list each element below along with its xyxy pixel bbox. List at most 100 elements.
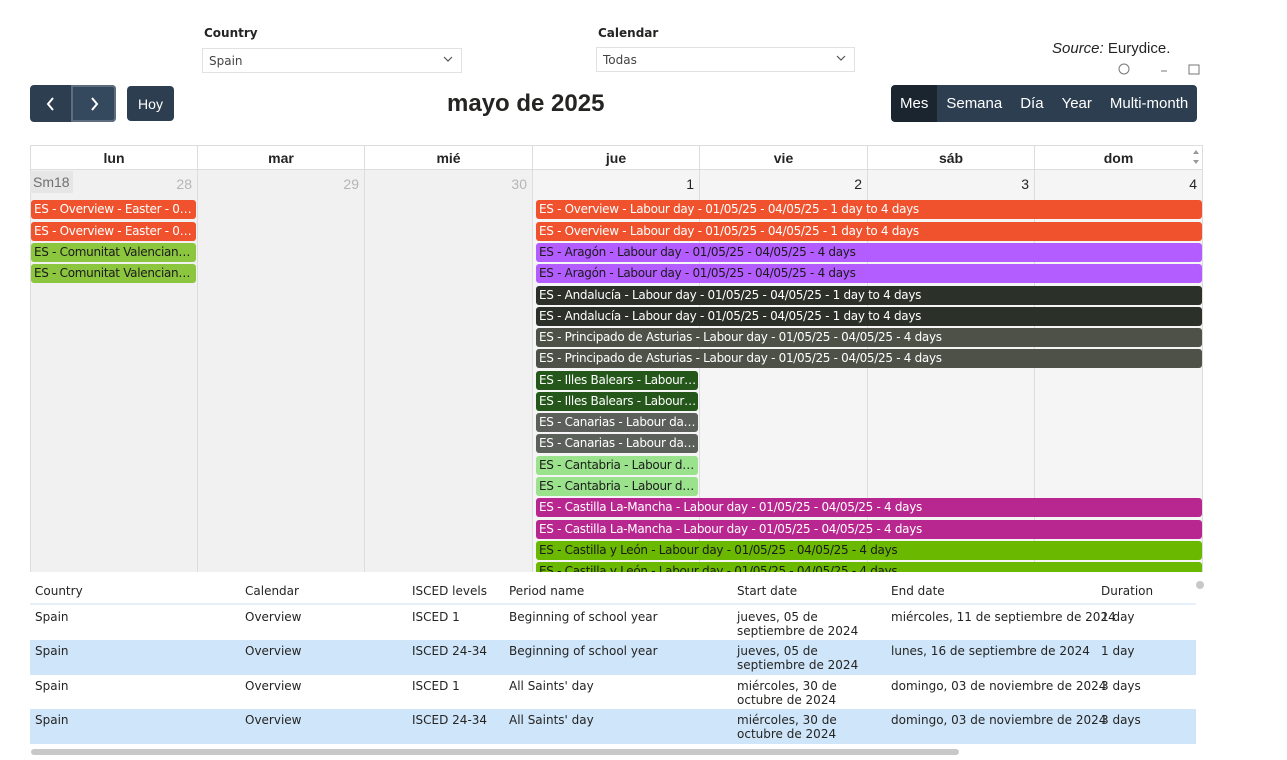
view-week-button[interactable]: Semana (937, 85, 1012, 122)
column-header[interactable]: Start date (737, 584, 797, 598)
day-number[interactable]: 29 (343, 176, 359, 192)
table-header: Country Calendar ISCED levels Period nam… (30, 579, 1196, 605)
weekday-header-wed: mié (365, 146, 533, 170)
calendar-event[interactable]: ES - Andalucía - Labour day - 01/05/25 -… (536, 307, 1202, 326)
table-cell: Beginning of school year (509, 610, 658, 624)
calendar-event[interactable]: ES - Andalucía - Labour day - 01/05/25 -… (536, 286, 1202, 305)
day-number[interactable]: 28 (176, 176, 192, 192)
next-month-button[interactable] (71, 85, 116, 122)
table-row[interactable]: Spain Overview ISCED 24-34 Beginning of … (30, 640, 1196, 675)
filter-icon[interactable] (1118, 63, 1130, 75)
calendar-event[interactable]: ES - Castilla La-Mancha - Labour day - 0… (536, 520, 1202, 539)
calendar-event[interactable]: ES - Aragón - Labour day - 01/05/25 - 04… (536, 243, 1202, 262)
day-number[interactable]: 3 (1021, 176, 1029, 192)
table-horizontal-scrollbar[interactable] (31, 749, 959, 755)
table-cell: ISCED 24-34 (412, 644, 488, 658)
table-cell: miércoles, 30 de octubre de 2024 (737, 713, 837, 741)
table-cell: jueves, 05 de septiembre de 2024 (737, 644, 859, 672)
table-cell: miércoles, 11 de septiembre de 2024 (891, 610, 1116, 624)
view-day-button[interactable]: Día (1011, 85, 1053, 122)
calendar-event[interactable]: ES - Canarias - Labour day - 01/05/25 (536, 413, 698, 432)
weekday-header-fri: vie (700, 146, 868, 170)
country-dropdown[interactable]: Spain (202, 48, 462, 73)
calendar-title: mayo de 2025 (447, 90, 605, 117)
column-header[interactable]: Country (35, 584, 83, 598)
table-cell: Overview (245, 679, 302, 693)
week-number[interactable]: Sm18 (30, 171, 73, 193)
weekday-header-sat: sáb (868, 146, 1035, 170)
calendar-event[interactable]: ES - Overview - Easter - 07/04/25 - 21/0… (31, 200, 196, 219)
table-cell: 3 days (1101, 679, 1141, 693)
table-cell: 1 day (1101, 644, 1135, 658)
column-header[interactable]: Period name (509, 584, 584, 598)
day-cell[interactable]: 30 (365, 170, 533, 572)
country-dropdown-value: Spain (209, 54, 243, 68)
calendar-event[interactable]: ES - Comunitat Valenciana - Easter - 17/… (31, 243, 196, 262)
weekday-header-sun: dom (1035, 146, 1203, 170)
chevron-left-icon (46, 96, 54, 111)
visual-header-icons (1118, 63, 1200, 75)
day-number[interactable]: 30 (511, 176, 527, 192)
table-cell: domingo, 03 de noviembre de 2024 (891, 713, 1107, 727)
day-number[interactable]: 2 (854, 176, 862, 192)
table-cell: Spain (35, 713, 69, 727)
table-row[interactable]: Spain Overview ISCED 1 Beginning of scho… (30, 606, 1196, 640)
scroll-up-icon[interactable] (1193, 150, 1199, 154)
table-vertical-scrollbar[interactable] (1196, 581, 1204, 589)
calendar-event[interactable]: ES - Castilla y León - Labour day - 01/0… (536, 541, 1202, 560)
calendar-event[interactable]: ES - Overview - Labour day - 01/05/25 - … (536, 200, 1202, 219)
column-header[interactable]: ISCED levels (412, 584, 487, 598)
source-name: Eurydice. (1107, 40, 1171, 57)
chevron-down-icon (443, 56, 453, 62)
month-calendar: lun mar mié jue vie sáb dom 28 29 30 1 2… (30, 145, 1203, 572)
weekday-header-thu: jue (533, 146, 700, 170)
calendar-event[interactable]: ES - Principado de Asturias - Labour day… (536, 349, 1202, 368)
column-header[interactable]: Duration (1101, 584, 1153, 598)
view-multimonth-button[interactable]: Multi-month (1100, 85, 1198, 122)
calendar-dropdown[interactable]: Todas (596, 47, 855, 72)
table-cell: jueves, 05 de septiembre de 2024 (737, 610, 859, 638)
table-row[interactable]: Spain Overview ISCED 1 All Saints' day m… (30, 675, 1196, 709)
country-filter-label: Country (204, 26, 258, 40)
calendar-scrollbar[interactable] (1190, 147, 1202, 167)
calendar-event[interactable]: ES - Comunitat Valenciana - Easter - 17/… (31, 264, 196, 283)
day-number[interactable]: 4 (1189, 176, 1197, 192)
table-cell: Spain (35, 679, 69, 693)
chevron-right-icon (90, 96, 98, 111)
source-note: Source: Eurydice. (1052, 40, 1170, 57)
view-switcher: Mes Semana Día Year Multi-month (891, 85, 1198, 122)
calendar-event[interactable]: ES - Cantabria - Labour day - 01/05/25 (536, 456, 698, 475)
calendar-event[interactable]: ES - Illes Balears - Labour day - 01/05/… (536, 392, 698, 411)
weekday-header-mon: lun (30, 146, 198, 170)
today-button[interactable]: Hoy (127, 86, 174, 121)
source-prefix: Source: (1052, 40, 1104, 57)
calendar-event[interactable]: ES - Overview - Easter - 07/04/25 - 21/0… (31, 222, 196, 241)
calendar-event[interactable]: ES - Castilla y León - Labour day - 01/0… (536, 562, 1202, 572)
calendar-event[interactable]: ES - Illes Balears - Labour day - 01/05/… (536, 371, 698, 390)
table-row[interactable]: Spain Overview ISCED 24-34 All Saints' d… (30, 709, 1196, 744)
table-cell: All Saints' day (509, 679, 594, 693)
view-year-button[interactable]: Year (1052, 85, 1101, 122)
table-cell: ISCED 1 (412, 610, 460, 624)
table-cell: Overview (245, 644, 302, 658)
calendar-dropdown-value: Todas (603, 53, 637, 67)
calendar-event[interactable]: ES - Aragón - Labour day - 01/05/25 - 04… (536, 264, 1202, 283)
column-header[interactable]: Calendar (245, 584, 299, 598)
prev-month-button[interactable] (30, 85, 71, 122)
chevron-down-icon (836, 55, 846, 61)
calendar-event[interactable]: ES - Principado de Asturias - Labour day… (536, 328, 1202, 347)
table-cell: ISCED 24-34 (412, 713, 488, 727)
column-header[interactable]: End date (891, 584, 945, 598)
table-cell: miércoles, 30 de octubre de 2024 (737, 679, 837, 707)
day-number[interactable]: 1 (686, 176, 694, 192)
calendar-event[interactable]: ES - Cantabria - Labour day - 01/05/25 (536, 477, 698, 496)
table-cell: Overview (245, 610, 302, 624)
calendar-event[interactable]: ES - Castilla La-Mancha - Labour day - 0… (536, 498, 1202, 517)
view-month-button[interactable]: Mes (891, 85, 938, 122)
calendar-event[interactable]: ES - Canarias - Labour day - 01/05/25 (536, 434, 698, 453)
table-cell: 1 day (1101, 610, 1135, 624)
expand-icon[interactable] (1188, 64, 1200, 75)
day-cell[interactable]: 29 (198, 170, 365, 572)
scroll-down-icon[interactable] (1193, 160, 1199, 164)
calendar-event[interactable]: ES - Overview - Labour day - 01/05/25 - … (536, 222, 1202, 241)
